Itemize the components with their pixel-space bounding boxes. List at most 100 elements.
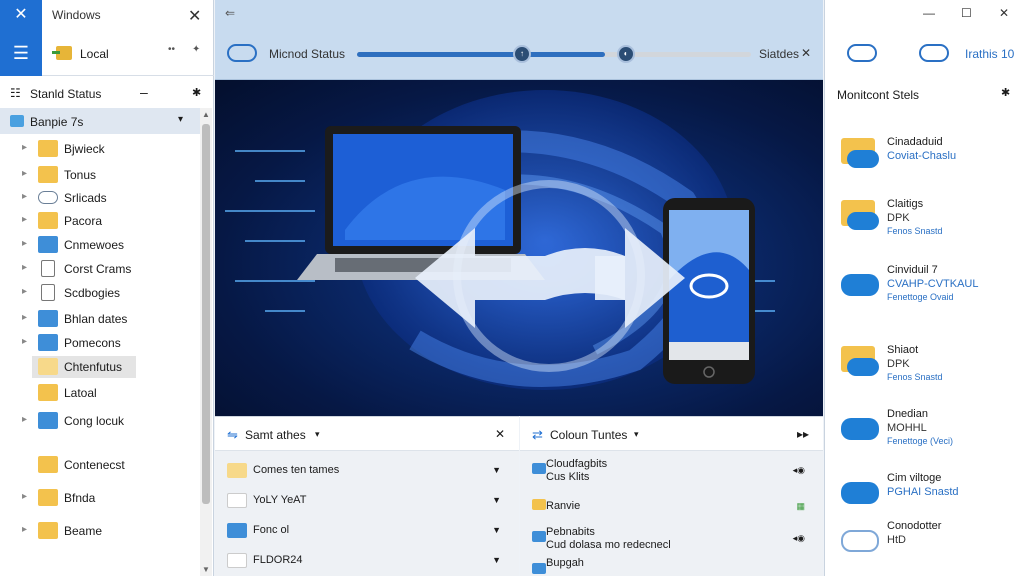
chevron-down-icon[interactable]: ▼	[492, 555, 501, 565]
chevron-right-icon[interactable]: ▸	[22, 312, 27, 323]
item-subtitle: PGHAI Snastd	[887, 486, 959, 498]
sync-icon: ⇄	[532, 427, 543, 442]
pin-icon[interactable]: ✦	[192, 44, 200, 55]
scroll-up-icon[interactable]: ▲	[202, 110, 210, 119]
item-title: Conodotter	[887, 520, 942, 532]
chevron-down-icon[interactable]: ▾	[178, 114, 183, 125]
sync-status-icon: ◂◉	[792, 533, 805, 543]
list-item[interactable]: Fonc ol ▼	[215, 515, 519, 545]
list-item[interactable]: Comes ten tames ▼	[215, 455, 519, 485]
panel-title[interactable]: Samt athes	[245, 428, 306, 442]
list-item[interactable]: YoLY YeAT ▼	[215, 485, 519, 515]
progress-knob[interactable]: ◐	[617, 45, 635, 63]
tree-item[interactable]: ▸ Corst Crams	[0, 258, 200, 280]
list-item[interactable]: Shiaot DPK Fenos Snastd	[837, 338, 1017, 388]
chevron-right-icon[interactable]: ▸	[22, 414, 27, 425]
scrollbar[interactable]: ▲ ▼	[200, 108, 212, 576]
sync-status-icon: ◂◉	[792, 465, 805, 475]
cloud-icon[interactable]	[847, 44, 877, 62]
list-item[interactable]: Conodotter HtD	[837, 514, 1017, 564]
tree-item[interactable]: ▸ Bfnda	[0, 487, 200, 509]
tree-item[interactable]: ▸ Pomecons	[0, 332, 200, 354]
progress-fill	[357, 52, 606, 57]
chevron-right-icon[interactable]: ▸	[22, 238, 27, 249]
list-item[interactable]: Cim viltoge PGHAI Snastd	[837, 466, 1017, 516]
left-titlebar: ✕ Windows ✕	[0, 0, 214, 30]
tree-item-label: Pomecons	[64, 336, 121, 350]
tree-item[interactable]: ▸ Cong locuk	[0, 410, 200, 432]
chevron-right-icon[interactable]: ▸	[22, 191, 27, 202]
local-label[interactable]: Local	[80, 47, 109, 61]
list-item[interactable]: Cinviduil 7 CVAHP-CVTKAUL Fenettoge Ovaid	[837, 258, 1017, 308]
more-icon[interactable]: ••	[168, 44, 175, 55]
list-item-sublabel: Cus Klits	[546, 471, 590, 483]
chevron-right-icon[interactable]: ▸	[22, 168, 27, 179]
folder-icon	[532, 463, 546, 474]
expand-icon[interactable]: ▸▸	[797, 427, 809, 441]
collapse-icon[interactable]: –	[140, 84, 148, 100]
tree-item[interactable]: ▸ Cnmewoes	[0, 234, 200, 256]
item-status: Fenettoge Ovaid	[887, 292, 954, 302]
list-item[interactable]: Claitigs DPK Fenos Snastd	[837, 192, 1017, 242]
sync-progress-bar[interactable]: ↑ ◐	[357, 45, 751, 63]
close-icon[interactable]: ✕	[0, 0, 42, 30]
file-icon	[227, 553, 247, 568]
tree-item-selected[interactable]: Chtenfutus	[32, 356, 136, 378]
progress-knob[interactable]: ↑	[513, 45, 531, 63]
close-button[interactable]: ✕	[188, 6, 201, 26]
item-title: Cim viltoge	[887, 472, 942, 484]
chevron-right-icon[interactable]: ▸	[22, 336, 27, 347]
maximize-button[interactable]: ☐	[961, 6, 972, 20]
list-item[interactable]: FLDOR24 ▼	[215, 545, 519, 575]
chevron-right-icon[interactable]: ▸	[22, 491, 27, 502]
minimize-button[interactable]: —	[923, 6, 935, 20]
account-label[interactable]: Irathis 10	[965, 47, 1014, 61]
item-title: Dnedian	[887, 408, 928, 420]
list-item[interactable]: Dnedian MOHHL Fenettoge (Veci)	[837, 402, 1017, 452]
tree-item[interactable]: ▸ Bhlan dates	[0, 308, 200, 330]
item-subtitle: Coviat-Chaslu	[887, 150, 957, 162]
chevron-down-icon[interactable]: ▼	[492, 525, 501, 535]
chevron-right-icon[interactable]: ▸	[22, 524, 27, 535]
chevron-down-icon[interactable]: ▾	[634, 429, 639, 440]
list-item[interactable]: Cloudfagbits Cus Klits ◂◉	[520, 455, 823, 485]
document-icon	[41, 260, 55, 277]
tree-item[interactable]: ▸ Pacora	[0, 210, 200, 232]
tree-item[interactable]: Latoal	[0, 382, 200, 404]
back-icon[interactable]: ⇐	[225, 6, 235, 20]
chevron-down-icon[interactable]: ▾	[315, 429, 320, 440]
status-label: Stanld Status	[30, 87, 102, 101]
tree-item-label: Contenecst	[64, 458, 125, 472]
tree-item[interactable]: ▸ Beame	[0, 520, 200, 542]
chevron-right-icon[interactable]: ▸	[22, 214, 27, 225]
pin-icon[interactable]: ✱	[192, 86, 201, 99]
list-item[interactable]: Bupgah	[520, 555, 823, 576]
list-item[interactable]: Ranvie ▦	[520, 491, 823, 521]
tree-item[interactable]: ▸ Tonus	[0, 164, 200, 186]
tree-item[interactable]: ▸ Bjwieck	[0, 138, 200, 160]
panel-title[interactable]: Coloun Tuntes	[550, 428, 627, 442]
close-icon[interactable]: ✕	[495, 427, 505, 441]
list-item-label: Bupgah	[546, 557, 584, 569]
chevron-right-icon[interactable]: ▸	[22, 142, 27, 153]
close-button[interactable]: ✕	[999, 6, 1009, 20]
chevron-down-icon[interactable]: ▼	[492, 465, 501, 475]
folder-icon	[38, 166, 58, 183]
chevron-down-icon[interactable]: ▼	[492, 495, 501, 505]
tree-item[interactable]: ▸ Srlicads	[0, 187, 200, 209]
cloud-icon[interactable]	[919, 44, 949, 62]
list-item[interactable]: Pebnabits Cud dolasa mo redecnecl ◂◉	[520, 523, 823, 553]
scrollbar-thumb[interactable]	[202, 124, 210, 504]
chevron-right-icon[interactable]: ▸	[22, 286, 27, 297]
chevron-right-icon[interactable]: ▸	[22, 262, 27, 273]
list-item-label: Pebnabits	[546, 526, 595, 538]
list-item[interactable]: Cinadaduid Coviat-Chaslu	[837, 130, 1017, 180]
menu-icon[interactable]: ☰	[0, 30, 42, 76]
status-header[interactable]: ☷ Stanld Status – ✱	[0, 80, 214, 106]
scroll-down-icon[interactable]: ▼	[202, 565, 210, 574]
selected-location[interactable]: Banpie 7s ▾	[0, 108, 200, 134]
tree-item[interactable]: Contenecst	[0, 454, 200, 476]
close-icon[interactable]: ✕	[801, 46, 811, 60]
pin-icon[interactable]: ✱	[1001, 86, 1010, 99]
tree-item[interactable]: ▸ Scdbogies	[0, 282, 200, 304]
